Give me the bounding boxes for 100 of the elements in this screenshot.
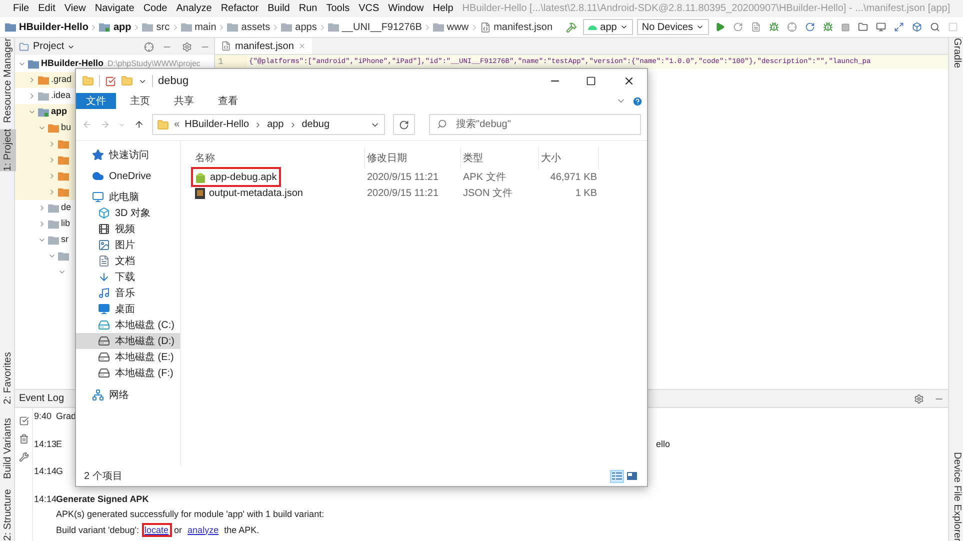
nav-item[interactable]: 3D 对象 xyxy=(76,205,180,221)
menu-item[interactable]: Navigate xyxy=(94,1,134,16)
settings-icon[interactable] xyxy=(182,42,192,52)
ribbon-tab[interactable]: 主页 xyxy=(120,93,160,109)
menu-item[interactable]: File xyxy=(13,1,30,16)
nav-item[interactable]: 网络 xyxy=(76,387,180,403)
tool-window-tab[interactable]: Build Variants xyxy=(0,418,16,480)
tool-window-tab[interactable]: Resource Manager xyxy=(0,38,16,124)
log-link[interactable]: locate xyxy=(142,522,172,536)
file-name-cell[interactable]: app-debug.apk xyxy=(193,169,279,185)
tree-item[interactable]: app xyxy=(51,105,68,119)
address-segment[interactable]: HBuilder-Hello xyxy=(184,117,250,132)
menu-item[interactable]: VCS xyxy=(358,1,380,16)
tree-item[interactable]: bu xyxy=(61,121,72,135)
ribbon-tab[interactable]: 查看 xyxy=(208,93,248,109)
menu-item[interactable]: Build xyxy=(268,1,290,16)
column-header[interactable]: 名称 xyxy=(193,147,365,169)
breadcrumb-item[interactable]: apps xyxy=(281,20,317,34)
address-segment[interactable]: « xyxy=(174,117,180,132)
column-header[interactable]: 类型 xyxy=(461,147,539,169)
back-icon[interactable] xyxy=(82,119,92,130)
menu-item[interactable]: Edit xyxy=(38,1,56,16)
tree-item[interactable]: .grad xyxy=(51,73,72,87)
settings-icon[interactable] xyxy=(914,394,924,404)
ribbon-tab[interactable]: 共享 xyxy=(164,93,204,109)
menu-item[interactable]: Refactor xyxy=(220,1,259,16)
help-icon[interactable] xyxy=(632,96,643,106)
menu-item[interactable]: Window xyxy=(388,1,424,16)
menu-item[interactable]: Run xyxy=(298,1,318,16)
menu-item[interactable]: Analyze xyxy=(176,1,212,16)
wrench-icon[interactable] xyxy=(18,452,28,462)
project-view-dropdown[interactable]: Project xyxy=(33,39,76,54)
tree-item[interactable]: HBuilder-Hello xyxy=(41,57,104,71)
tool-window-tab[interactable]: 2: Structure xyxy=(0,489,16,541)
nav-item[interactable]: 图片 xyxy=(76,237,180,253)
tree-item[interactable]: de xyxy=(61,201,72,215)
folder-icon xyxy=(5,22,16,32)
menu-item[interactable]: View xyxy=(64,1,86,16)
tool-window-tab[interactable]: Device File Explorer xyxy=(949,452,963,541)
breadcrumb-item[interactable]: manifest.json xyxy=(480,20,553,34)
log-time: 14:13 xyxy=(33,438,56,450)
menu-item[interactable]: Code xyxy=(143,1,168,16)
nav-item[interactable]: 本地磁盘 (F:) xyxy=(76,365,180,381)
breadcrumb-item[interactable]: assets xyxy=(227,20,270,34)
stop-icon[interactable] xyxy=(841,22,850,32)
build-icon[interactable] xyxy=(566,22,578,32)
nav-item[interactable]: 音乐 xyxy=(76,285,180,301)
up-icon[interactable] xyxy=(134,119,144,130)
search-field[interactable]: 搜索"debug" xyxy=(429,114,642,135)
nav-item[interactable]: 桌面 xyxy=(76,301,180,317)
address-segment[interactable]: app xyxy=(267,117,284,132)
breadcrumb-item[interactable]: src xyxy=(142,20,170,34)
close-tab-icon[interactable] xyxy=(298,42,306,50)
search-icon[interactable] xyxy=(930,22,940,32)
nav-item[interactable]: 文档 xyxy=(76,253,180,269)
date-cell-text: 2020/9/15 11:21 xyxy=(366,170,440,184)
nav-item[interactable]: 下载 xyxy=(76,269,180,285)
system-drive-icon xyxy=(98,319,110,331)
run-icon[interactable] xyxy=(715,22,725,32)
editor-tab[interactable]: manifest.json xyxy=(215,38,312,54)
menu-item[interactable]: Tools xyxy=(326,1,350,16)
nav-item[interactable]: 本地磁盘 (C:) xyxy=(76,317,180,333)
forward-icon[interactable] xyxy=(100,119,110,130)
menu-item[interactable]: Help xyxy=(432,1,454,16)
file-name-cell[interactable]: output-metadata.json xyxy=(193,185,305,201)
address-segment[interactable]: debug xyxy=(302,117,330,132)
tool-window-tab[interactable]: 2: Favorites xyxy=(0,352,16,404)
tree-item[interactable]: sr xyxy=(61,233,68,247)
breadcrumb-item[interactable]: __UNI__F91276B xyxy=(328,20,422,34)
module-dropdown[interactable]: app xyxy=(583,19,633,35)
tree-item[interactable]: .idea xyxy=(51,89,71,103)
debug-icon[interactable] xyxy=(769,22,779,32)
nav-item[interactable]: 本地磁盘 (D:) xyxy=(76,333,180,349)
breadcrumb-item[interactable]: www xyxy=(432,20,469,34)
breadcrumb-item[interactable]: main xyxy=(180,20,216,34)
nav-item[interactable]: 本地磁盘 (E:) xyxy=(76,349,180,365)
device-dropdown[interactable]: No Devices xyxy=(636,19,709,35)
breadcrumb-item[interactable]: HBuilder-Hello xyxy=(5,20,88,34)
folder-icon xyxy=(58,139,69,149)
nav-item[interactable]: 快速访问 xyxy=(76,147,180,163)
locate-icon[interactable] xyxy=(144,42,154,52)
ribbon-tab[interactable]: 文件 xyxy=(76,93,116,109)
close-icon[interactable] xyxy=(623,75,635,87)
nav-item[interactable]: 此电脑 xyxy=(76,189,180,205)
nav-item[interactable]: OneDrive xyxy=(76,168,180,184)
maximize-icon[interactable] xyxy=(586,76,596,86)
log-link[interactable]: analyze xyxy=(184,522,222,536)
column-header[interactable]: 修改日期 xyxy=(365,147,461,169)
tool-window-tab[interactable]: 1: Project xyxy=(0,129,16,172)
status-text: 2 个项目 xyxy=(84,470,122,484)
refresh-button[interactable] xyxy=(392,114,416,135)
tiles-view-button[interactable] xyxy=(625,470,639,482)
details-view-button[interactable] xyxy=(610,470,624,482)
nav-item[interactable]: 视频 xyxy=(76,221,180,237)
breadcrumb-item[interactable]: app xyxy=(99,20,132,34)
address-bar[interactable]: « HBuilder-Hello app debug xyxy=(152,114,385,135)
tool-window-tab[interactable]: Gradle xyxy=(949,38,963,68)
tree-item[interactable]: lib xyxy=(61,217,70,231)
column-header[interactable]: 大小 xyxy=(539,147,599,169)
trash-icon[interactable] xyxy=(18,434,28,444)
